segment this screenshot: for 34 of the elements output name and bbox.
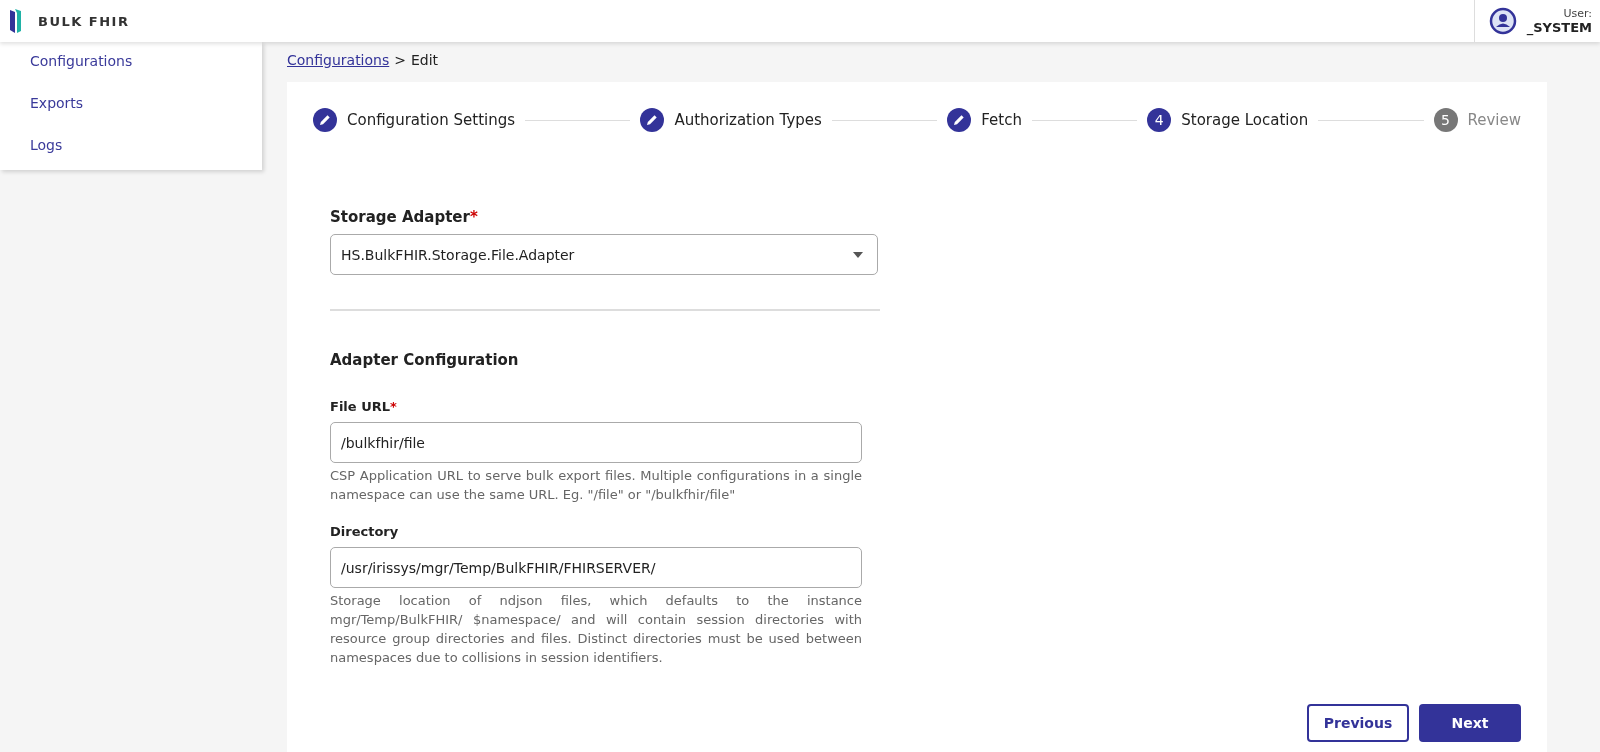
previous-button[interactable]: Previous <box>1307 704 1409 742</box>
section-title: Adapter Configuration <box>330 351 520 369</box>
pencil-icon <box>640 108 665 132</box>
field-label: Directory <box>330 524 400 539</box>
wizard-step[interactable]: Authorization Types <box>640 108 822 132</box>
wizard-step[interactable]: Configuration Settings <box>313 108 516 132</box>
user-name: _SYSTEM <box>1526 20 1592 35</box>
help-text: CSP Application URL to serve bulk export files. Multiple configurations in a single namespace can use the same URL. Eg. "/file" or "/bulkfhir/file" <box>330 467 862 504</box>
app-title: BULK FHIR <box>38 13 130 29</box>
input-field[interactable]: /bulkfhir/file <box>330 422 862 463</box>
field-label: File URL* <box>330 399 398 414</box>
breadcrumb-current: Edit <box>411 52 439 68</box>
sidebar-item[interactable]: Exports <box>0 84 262 126</box>
breadcrumb-separator: > <box>394 52 406 68</box>
step-number: 4 <box>1147 108 1172 132</box>
step-number: 5 <box>1433 108 1458 132</box>
sidebar-item[interactable]: Configurations <box>0 42 262 84</box>
help-text: Storage location of ndjson files, which defaults to the instance mgr/Temp/BulkFHIR/ $namespace/ and will contain session directories with resource group directories and files. Distinct directories must be used between namespaces due to collisions in session identifiers. <box>330 592 862 667</box>
caret-icon <box>853 251 863 258</box>
user-menu[interactable]: User: _SYSTEM <box>1473 0 1600 42</box>
next-button[interactable]: Next <box>1419 704 1521 742</box>
sidebar-item[interactable]: Logs <box>0 126 262 168</box>
user-label: User: <box>1563 7 1592 20</box>
pencil-icon <box>313 108 337 132</box>
storage-adapter-dropdown[interactable]: HS.BulkFHIR.Storage.File.Adapter <box>330 234 878 275</box>
wizard-step[interactable]: 5 Review <box>1433 108 1522 132</box>
wizard-step[interactable]: 4 Storage Location <box>1147 108 1309 132</box>
logo-icon <box>10 9 22 33</box>
breadcrumb-link[interactable]: Configurations <box>287 52 390 68</box>
user-avatar-icon <box>1488 7 1517 35</box>
pencil-icon <box>947 108 972 132</box>
wizard-step[interactable]: Fetch <box>947 108 1022 132</box>
field-label: Storage Adapter* <box>330 208 479 226</box>
input-field[interactable]: /usr/irissys/mgr/Temp/BulkFHIR/FHIRSERVER/ <box>330 547 862 588</box>
